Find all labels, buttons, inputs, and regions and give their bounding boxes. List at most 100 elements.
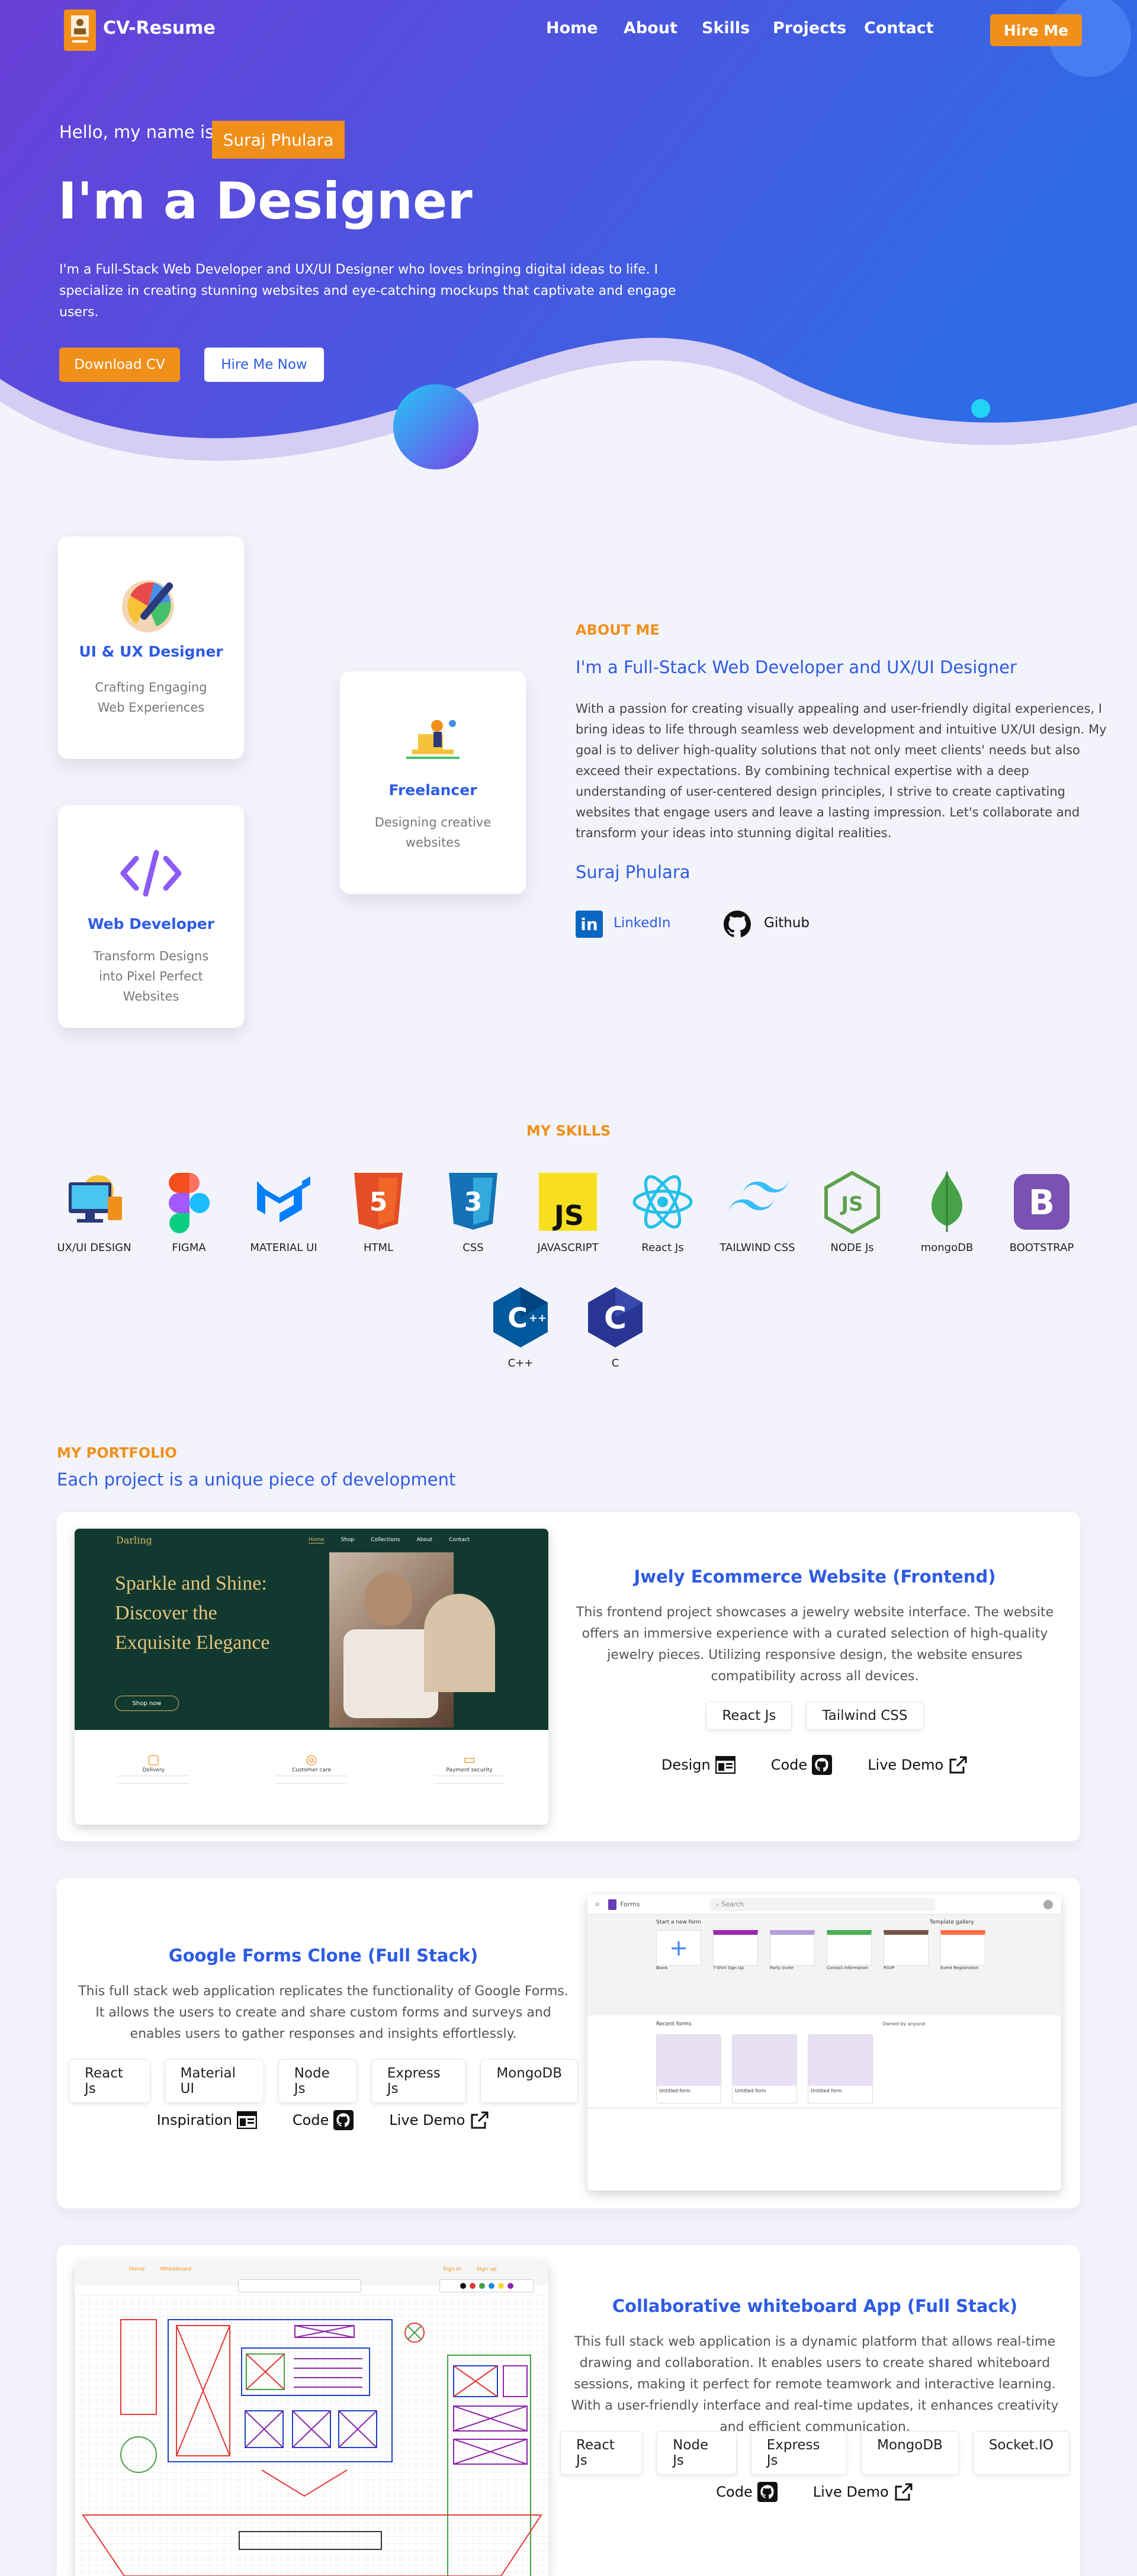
live-demo-link[interactable]: Live Demo xyxy=(813,2482,914,2502)
code-link[interactable]: Code xyxy=(771,1755,833,1775)
hero-headline: I'm a Designer xyxy=(58,172,473,231)
tag: Node Js xyxy=(657,2431,737,2475)
nav-skills[interactable]: Skills xyxy=(702,19,750,37)
logo-icon[interactable] xyxy=(64,9,96,51)
javascript-icon: JS xyxy=(539,1173,597,1231)
skill-javascript: JS JAVASCRIPT xyxy=(529,1169,606,1257)
hero-greeting: Hello, my name is xyxy=(59,122,214,142)
github-link[interactable]: Github xyxy=(764,915,810,931)
service-desc: Designing creative websites xyxy=(374,815,492,850)
hero-background xyxy=(0,0,1137,469)
svg-text:JS: JS xyxy=(840,1192,863,1216)
palette-icon xyxy=(122,580,174,632)
github-icon xyxy=(812,1755,833,1775)
code-icon xyxy=(120,850,182,897)
portfolio-subtitle: Each project is a unique piece of develo… xyxy=(57,1469,456,1490)
project-title: Collaborative whiteboard App (Full Stack… xyxy=(612,2296,1018,2316)
service-card-freelancer: Freelancer Designing creative websites xyxy=(340,671,526,894)
nodejs-icon: JS xyxy=(824,1170,880,1234)
tag: React Js xyxy=(706,1702,792,1730)
github-icon xyxy=(333,2110,354,2130)
nav-contact[interactable]: Contact xyxy=(864,19,934,37)
mock-heading: Sparkle and Shine: Discover the Exquisit… xyxy=(115,1572,270,1654)
tag: MongoDB xyxy=(861,2431,959,2475)
whiteboard-toolbar xyxy=(238,2279,361,2292)
download-cv-button[interactable]: Download CV xyxy=(59,348,180,382)
hero-name-badge: Suraj Phulara xyxy=(212,121,345,159)
whiteboard-canvas xyxy=(75,2295,548,2576)
tag: Express Js xyxy=(750,2431,847,2475)
linkedin-link[interactable]: LinkedIn xyxy=(614,915,670,931)
project-links: Inspiration Code Live Demo xyxy=(69,2110,578,2130)
about-signature: Suraj Phulara xyxy=(576,862,690,882)
tag: MongoDB xyxy=(480,2059,578,2103)
design-link[interactable]: Design xyxy=(661,1755,735,1775)
code-link[interactable]: Code xyxy=(293,2110,354,2130)
linkedin-icon[interactable]: in xyxy=(576,911,603,938)
service-title: Freelancer xyxy=(388,782,477,799)
project-tags: React Js Tailwind CSS xyxy=(560,1702,1069,1730)
cpp-icon: C ++ xyxy=(493,1287,548,1348)
project-links: Design Code Live Demo xyxy=(560,1755,1069,1775)
tag: Material UI xyxy=(164,2059,264,2103)
skill-cpp: C ++ C++ xyxy=(482,1285,559,1372)
svg-text:C: C xyxy=(604,1301,627,1336)
hire-me-nav-button[interactable]: Hire Me xyxy=(990,14,1082,46)
project-screenshot-whiteboard[interactable]: Home Whiteboard Sign in Sign up xyxy=(75,2262,548,2576)
inspiration-link[interactable]: Inspiration xyxy=(157,2110,257,2130)
tag: React Js xyxy=(560,2431,643,2475)
color-palette xyxy=(439,2279,534,2292)
live-demo-link[interactable]: Live Demo xyxy=(389,2110,490,2130)
hire-me-now-button[interactable]: Hire Me Now xyxy=(204,348,324,382)
project-links: Code Live Demo xyxy=(560,2482,1069,2502)
skill-react: React Js xyxy=(624,1169,701,1257)
design-icon xyxy=(715,1756,735,1774)
project-screenshot-forms[interactable]: ≡ Forms ⌕ Search Start a new form Templa… xyxy=(587,1895,1061,2191)
brand-name[interactable]: CV-Resume xyxy=(103,18,216,38)
bootstrap-icon: B xyxy=(1014,1174,1069,1230)
skill-figma: FIGMA xyxy=(150,1169,227,1257)
svg-text:5: 5 xyxy=(370,1187,388,1217)
project-tags: React Js Node Js Express Js MongoDB Sock… xyxy=(560,2431,1069,2475)
svg-text:B: B xyxy=(1029,1182,1055,1223)
figma-icon xyxy=(169,1173,210,1233)
portfolio-label: MY PORTFOLIO xyxy=(57,1445,177,1461)
react-icon xyxy=(632,1175,693,1229)
project-card-whiteboard: Home Whiteboard Sign in Sign up Collabor… xyxy=(57,2245,1080,2576)
external-link-icon xyxy=(949,1756,967,1774)
about-text: With a passion for creating visually app… xyxy=(576,702,1107,840)
service-card-webdev: Web Developer Transform Designs into Pix… xyxy=(58,805,244,1028)
service-title: UI & UX Designer xyxy=(79,643,223,660)
project-desc: This full stack web application replicat… xyxy=(78,1984,568,2041)
skill-c: C C xyxy=(577,1285,654,1372)
freelancer-icon xyxy=(406,720,460,759)
mongodb-icon xyxy=(932,1172,962,1232)
tag: Express Js xyxy=(371,2059,467,2103)
tag: Tailwind CSS xyxy=(806,1702,924,1730)
skill-css: 3 CSS xyxy=(435,1169,512,1257)
project-card-forms: Google Forms Clone (Full Stack) This ful… xyxy=(57,1878,1080,2208)
project-desc: This full stack web application is a dyn… xyxy=(571,2334,1059,2435)
live-demo-link[interactable]: Live Demo xyxy=(868,1755,968,1775)
decor-circle-large xyxy=(393,384,478,469)
code-link[interactable]: Code xyxy=(716,2482,778,2502)
service-desc: Crafting Engaging Web Experiences xyxy=(95,680,207,715)
tailwind-icon xyxy=(728,1181,789,1211)
nav-home[interactable]: Home xyxy=(546,19,598,37)
svg-text:JS: JS xyxy=(553,1199,584,1231)
design-icon xyxy=(236,2111,257,2129)
github-icon[interactable] xyxy=(724,911,751,938)
tag: React Js xyxy=(69,2059,150,2103)
nav-about[interactable]: About xyxy=(624,19,677,37)
service-desc: Transform Designs into Pixel Perfect Web… xyxy=(93,949,209,1004)
svg-text:3: 3 xyxy=(464,1187,483,1217)
project-screenshot-jewelry[interactable]: Darling Home Shop Collections About Cont… xyxy=(75,1529,548,1825)
github-icon xyxy=(757,2482,778,2502)
skill-node: JS NODE Js xyxy=(814,1169,891,1257)
skill-material-ui: MATERIAL UI xyxy=(245,1169,322,1257)
nav-projects[interactable]: Projects xyxy=(773,19,846,37)
svg-text:++: ++ xyxy=(529,1312,547,1324)
external-link-icon xyxy=(895,2483,913,2501)
tag: Socket.IO xyxy=(972,2431,1069,2475)
about-title: I'm a Full-Stack Web Developer and UX/UI… xyxy=(576,657,1017,677)
